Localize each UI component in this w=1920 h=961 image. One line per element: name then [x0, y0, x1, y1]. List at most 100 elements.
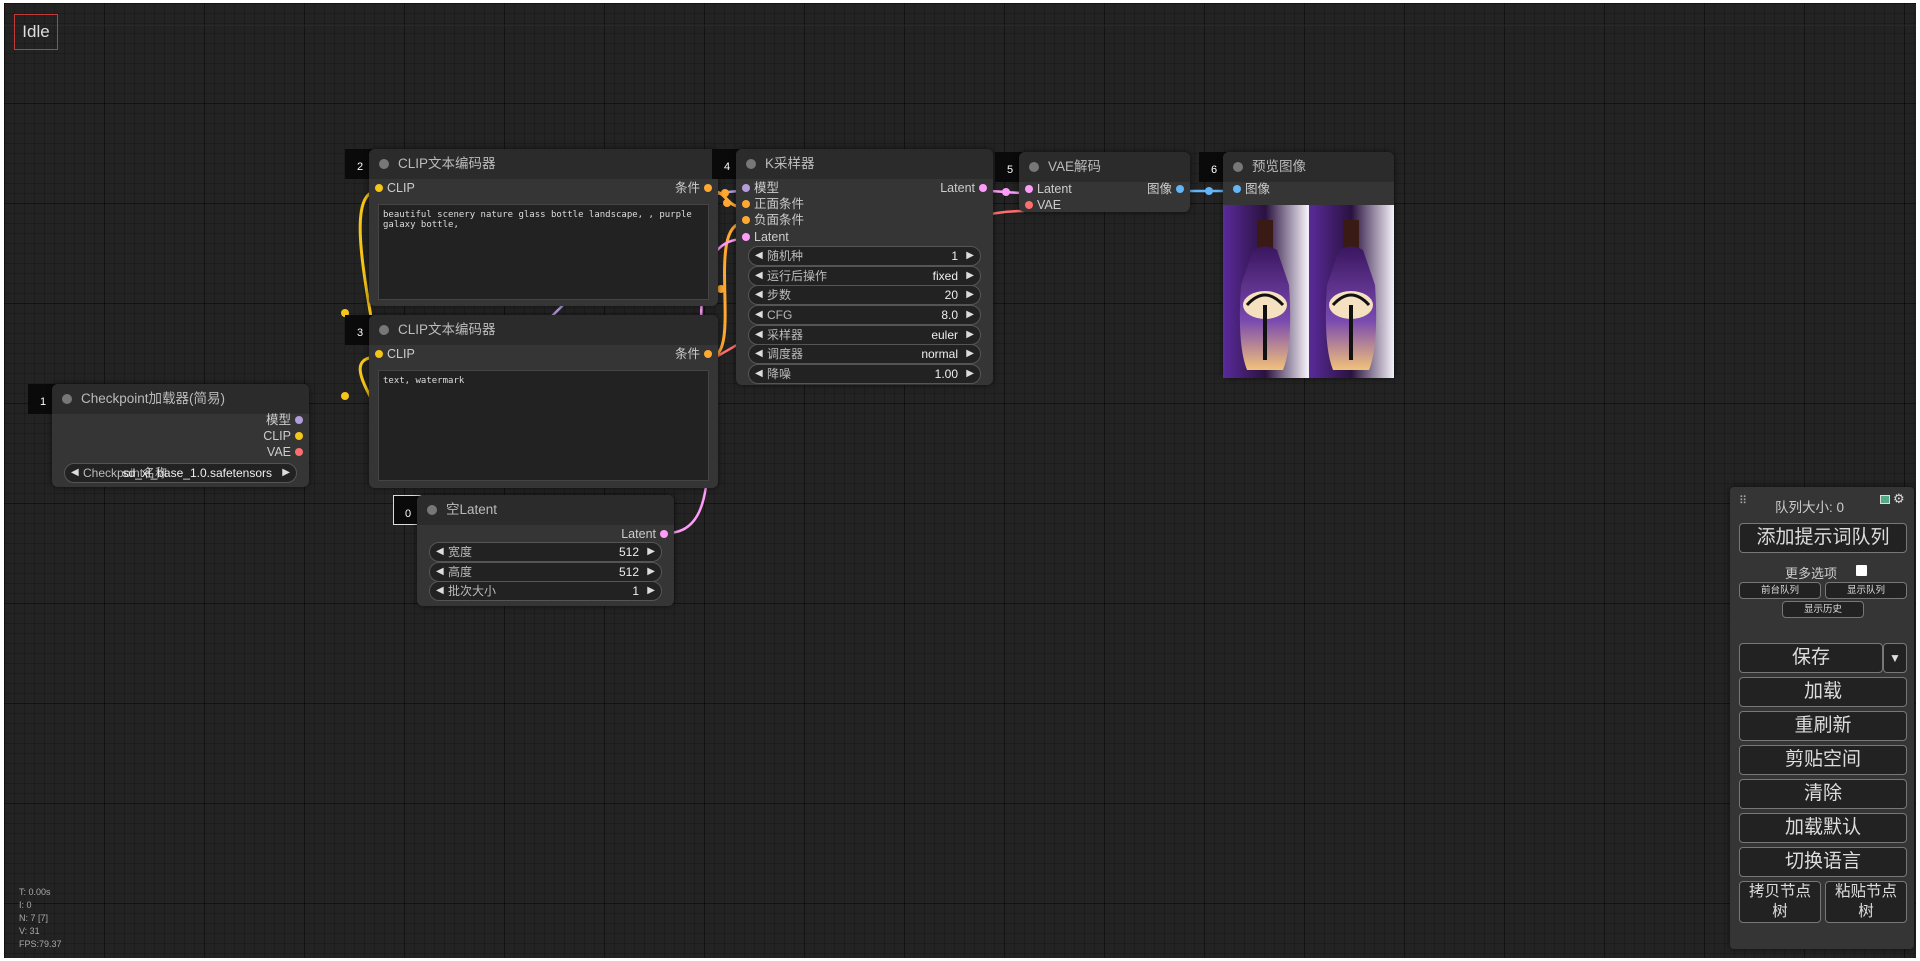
widget-scheduler[interactable]: ◀ 调度器 normal ▶ — [748, 344, 981, 364]
left-arrow-icon[interactable]: ◀ — [755, 365, 763, 383]
refresh-button[interactable]: 重刷新 — [1739, 711, 1907, 741]
right-arrow-icon[interactable]: ▶ — [966, 306, 974, 324]
pin-dot[interactable] — [1176, 185, 1184, 193]
node-clip-text-encode-positive[interactable]: CLIP文本编码器 CLIP 条件 beautiful scenery natu… — [369, 149, 718, 306]
node-empty-latent[interactable]: 空Latent Latent ◀ 宽度 512 ▶ ◀ 高度 512 ▶ ◀ 批次大小 1 ▶ — [417, 495, 674, 606]
left-arrow-icon[interactable]: ◀ — [755, 286, 763, 304]
queue-prompt-button[interactable]: 添加提示词队列 — [1739, 523, 1907, 553]
node-ksampler[interactable]: K采样器 模型 正面条件 负面条件 Latent Latent ◀ 随机种 1 ▶ ◀… — [736, 149, 993, 385]
widget-steps[interactable]: ◀ 步数 20 ▶ — [748, 285, 981, 305]
node-title[interactable]: CLIP文本编码器 — [369, 149, 718, 179]
pin-dot[interactable] — [704, 184, 712, 192]
pin-dot[interactable] — [1233, 185, 1241, 193]
collapse-dot-icon[interactable] — [1233, 162, 1243, 172]
combo-checkpoint-name[interactable]: ◀ Checkpoint名称 sd_xl_base_1.0.safetensor… — [64, 463, 297, 483]
pin-dot[interactable] — [660, 530, 668, 538]
clear-button[interactable]: 清除 — [1739, 779, 1907, 809]
node-title[interactable]: K采样器 — [736, 149, 993, 179]
widget-cfg[interactable]: ◀ CFG 8.0 ▶ — [748, 305, 981, 325]
output-slot-latent[interactable]: Latent — [621, 526, 668, 542]
right-arrow-icon[interactable]: ▶ — [966, 286, 974, 304]
widget-control-after-generate[interactable]: ◀ 运行后操作 fixed ▶ — [748, 266, 981, 286]
pin-dot[interactable] — [295, 448, 303, 456]
right-arrow-icon[interactable]: ▶ — [966, 247, 974, 265]
left-arrow-icon[interactable]: ◀ — [436, 563, 444, 581]
widget-seed[interactable]: ◀ 随机种 1 ▶ — [748, 246, 981, 266]
widget-height[interactable]: ◀ 高度 512 ▶ — [429, 562, 662, 582]
load-button[interactable]: 加载 — [1739, 677, 1907, 707]
gear-icon[interactable]: ⚙ — [1893, 491, 1905, 507]
right-arrow-icon[interactable]: ▶ — [966, 326, 974, 344]
left-arrow-icon[interactable]: ◀ — [755, 267, 763, 285]
node-title[interactable]: 预览图像 — [1223, 152, 1394, 182]
pin-dot[interactable] — [742, 216, 750, 224]
widget-batch-size[interactable]: ◀ 批次大小 1 ▶ — [429, 581, 662, 601]
pin-dot[interactable] — [1025, 201, 1033, 209]
pin-dot[interactable] — [1025, 185, 1033, 193]
widget-sampler[interactable]: ◀ 采样器 euler ▶ — [748, 325, 981, 345]
output-slot-vae[interactable]: VAE — [267, 444, 303, 460]
preview-image[interactable] — [1223, 205, 1394, 378]
left-arrow-icon[interactable]: ◀ — [755, 306, 763, 324]
pin-dot[interactable] — [979, 184, 987, 192]
output-slot-conditioning[interactable]: 条件 — [675, 180, 712, 196]
pin-dot[interactable] — [295, 432, 303, 440]
widget-denoise[interactable]: ◀ 降噪 1.00 ▶ — [748, 364, 981, 384]
right-arrow-icon[interactable]: ▶ — [966, 345, 974, 363]
right-arrow-icon[interactable]: ▶ — [647, 563, 655, 581]
input-slot-positive[interactable]: 正面条件 — [742, 196, 804, 212]
drag-handle-icon[interactable]: ⠿ — [1739, 494, 1747, 507]
save-button[interactable]: 保存 — [1739, 643, 1883, 673]
right-arrow-icon[interactable]: ▶ — [966, 365, 974, 383]
view-history-button[interactable]: 显示历史 — [1782, 601, 1864, 618]
right-arrow-icon[interactable]: ▶ — [966, 267, 974, 285]
extra-options-checkbox[interactable] — [1856, 565, 1867, 576]
queue-menu-panel[interactable]: ⠿ 队列大小: 0 ⚙ 添加提示词队列 更多选项 前台队列 显示队列 显示历史 … — [1730, 487, 1914, 949]
collapse-dot-icon[interactable] — [427, 505, 437, 515]
view-queue-button[interactable]: 显示队列 — [1825, 582, 1907, 599]
right-arrow-icon[interactable]: ▶ — [647, 543, 655, 561]
output-slot-clip[interactable]: CLIP — [263, 428, 303, 444]
pin-dot[interactable] — [742, 184, 750, 192]
node-checkpoint-loader[interactable]: Checkpoint加载器(简易) 模型 CLIP VAE ◀ Checkpoi… — [52, 384, 309, 487]
image-icon[interactable] — [1880, 495, 1890, 504]
input-slot-model[interactable]: 模型 — [742, 180, 779, 196]
prompt-textarea[interactable]: beautiful scenery nature glass bottle la… — [378, 204, 709, 300]
paste-nodes-button[interactable]: 粘贴节点树 — [1825, 881, 1907, 923]
input-slot-latent[interactable]: Latent — [742, 229, 789, 245]
pin-dot[interactable] — [742, 233, 750, 241]
input-slot-latent[interactable]: Latent — [1025, 181, 1072, 197]
output-slot-image[interactable]: 图像 — [1147, 181, 1184, 197]
left-arrow-icon[interactable]: ◀ — [755, 345, 763, 363]
collapse-dot-icon[interactable] — [1029, 162, 1039, 172]
left-arrow-icon[interactable]: ◀ — [436, 582, 444, 600]
clipspace-button[interactable]: 剪贴空间 — [1739, 745, 1907, 775]
collapse-dot-icon[interactable] — [379, 159, 389, 169]
pin-dot[interactable] — [742, 200, 750, 208]
node-title[interactable]: Checkpoint加载器(简易) — [52, 384, 309, 414]
pin-dot[interactable] — [375, 184, 383, 192]
right-arrow-icon[interactable]: ▶ — [647, 582, 655, 600]
collapse-dot-icon[interactable] — [746, 159, 756, 169]
node-title[interactable]: VAE解码 — [1019, 152, 1190, 182]
pin-dot[interactable] — [375, 350, 383, 358]
node-title[interactable]: 空Latent — [417, 495, 674, 525]
right-arrow-icon[interactable]: ▶ — [282, 464, 290, 482]
load-default-button[interactable]: 加载默认 — [1739, 813, 1907, 843]
node-preview-image[interactable]: 预览图像 图像 — [1223, 152, 1394, 378]
collapse-dot-icon[interactable] — [379, 325, 389, 335]
left-arrow-icon[interactable]: ◀ — [755, 247, 763, 265]
output-slot-conditioning[interactable]: 条件 — [675, 346, 712, 362]
node-vae-decode[interactable]: VAE解码 Latent VAE 图像 — [1019, 152, 1190, 212]
left-arrow-icon[interactable]: ◀ — [436, 543, 444, 561]
prompt-textarea[interactable]: text, watermark — [378, 370, 709, 481]
save-dropdown-arrow[interactable]: ▼ — [1883, 643, 1907, 673]
input-slot-image[interactable]: 图像 — [1233, 181, 1270, 197]
left-arrow-icon[interactable]: ◀ — [755, 326, 763, 344]
graph-canvas[interactable]: Idle 2 CLIP文本编码器 CLIP 条件 beautiful scene… — [4, 3, 1916, 958]
pin-dot[interactable] — [295, 416, 303, 424]
pin-dot[interactable] — [704, 350, 712, 358]
input-slot-vae[interactable]: VAE — [1025, 197, 1061, 213]
collapse-dot-icon[interactable] — [62, 394, 72, 404]
input-slot-clip[interactable]: CLIP — [375, 180, 415, 196]
